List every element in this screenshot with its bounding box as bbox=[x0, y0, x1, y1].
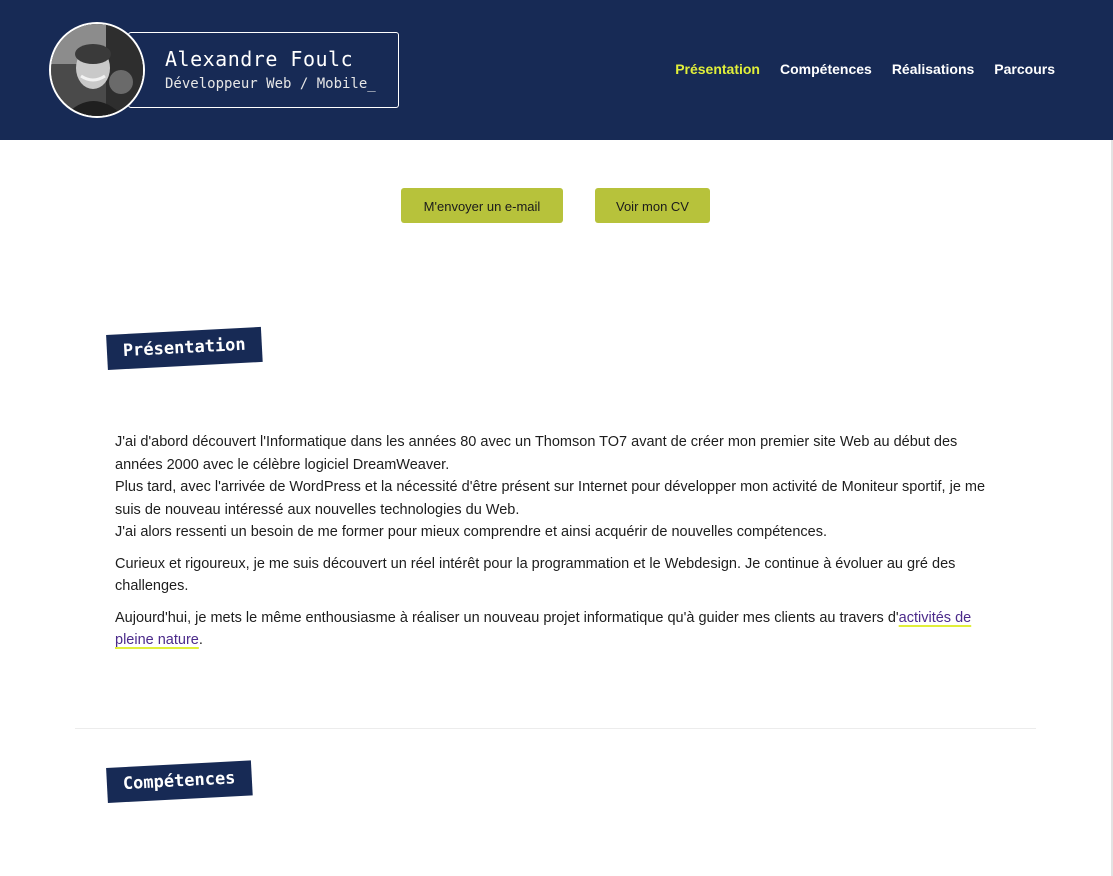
nav-item-parcours[interactable]: Parcours bbox=[994, 61, 1055, 77]
presentation-paragraph-3: Aujourd'hui, je mets le même enthousiasm… bbox=[115, 607, 997, 652]
avatar-photo bbox=[51, 24, 143, 116]
avatar bbox=[49, 22, 145, 118]
nav-item-realisations[interactable]: Réalisations bbox=[892, 61, 974, 77]
site-header: Alexandre Foulc Développeur Web / Mobile… bbox=[0, 0, 1113, 140]
section-title-competences: Compétences bbox=[106, 760, 253, 803]
nav-item-presentation[interactable]: Présentation bbox=[675, 61, 760, 77]
main-nav: Présentation Compétences Réalisations Pa… bbox=[675, 61, 1055, 77]
paragraph-line: J'ai alors ressenti un besoin de me form… bbox=[115, 524, 828, 540]
presentation-paragraph-2: Curieux et rigoureux, je me suis découve… bbox=[115, 555, 956, 595]
paragraph-line: J'ai d'abord découvert l'Informatique da… bbox=[115, 434, 958, 473]
presentation-text: J'ai d'abord découvert l'Informatique da… bbox=[115, 431, 997, 661]
nav-item-competences[interactable]: Compétences bbox=[780, 61, 872, 77]
presentation-paragraph-1: J'ai d'abord découvert l'Informatique da… bbox=[115, 431, 997, 544]
paragraph-line: Plus tard, avec l'arrivée de WordPress e… bbox=[115, 479, 986, 518]
paragraph-text-end: . bbox=[198, 632, 203, 648]
section-title-presentation: Présentation bbox=[106, 326, 263, 370]
site-owner-name: Alexandre Foulc bbox=[165, 47, 354, 71]
name-box: Alexandre Foulc Développeur Web / Mobile… bbox=[128, 32, 399, 108]
paragraph-text: Aujourd'hui, je mets le même enthousiasm… bbox=[115, 609, 899, 626]
view-cv-button[interactable]: Voir mon CV bbox=[595, 188, 710, 223]
section-divider bbox=[75, 728, 1036, 729]
send-email-button[interactable]: M'envoyer un e-mail bbox=[401, 188, 563, 223]
site-owner-role: Développeur Web / Mobile_ bbox=[165, 76, 376, 92]
